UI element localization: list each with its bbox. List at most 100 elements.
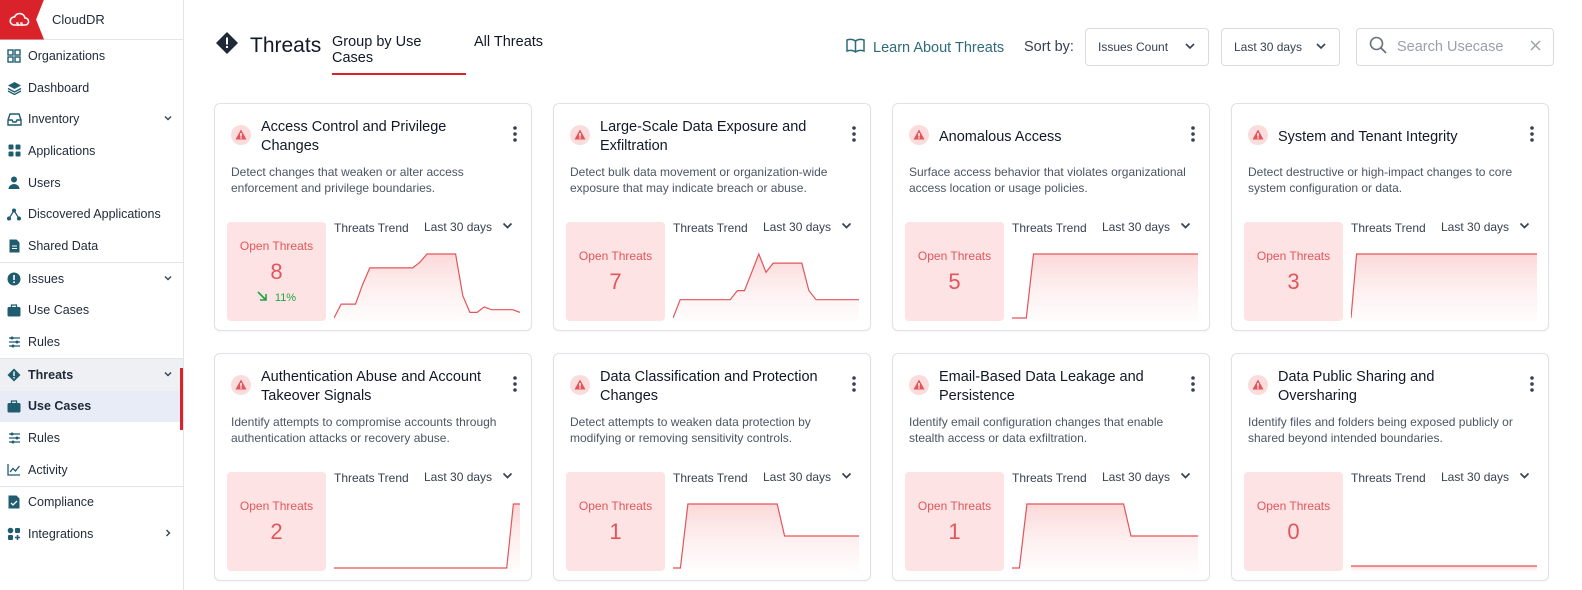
- sidebar-item-shared-data[interactable]: Shared Data: [0, 230, 183, 262]
- trend-area: [673, 504, 859, 572]
- tab-all-threats[interactable]: All Threats: [474, 34, 543, 50]
- tab-group-by-use-cases[interactable]: Group by Use Cases: [332, 34, 466, 75]
- sidebar: CloudDR Organizations Dashboard Inventor…: [0, 0, 184, 590]
- use-case-card[interactable]: Anomalous Access Surface access behavior…: [892, 103, 1210, 331]
- use-case-card[interactable]: Authentication Abuse and Account Takeove…: [214, 353, 532, 581]
- sidebar-item-dashboard[interactable]: Dashboard: [0, 72, 183, 104]
- grid-icon: [6, 48, 22, 64]
- threats-trend-sparkline: [673, 252, 859, 322]
- warning-icon: [1248, 375, 1268, 395]
- threats-trend-label: Threats Trend: [1012, 221, 1087, 235]
- search-box[interactable]: [1356, 28, 1554, 66]
- use-case-cards: Access Control and Privilege Changes Det…: [214, 103, 1549, 581]
- more-vertical-icon[interactable]: [1191, 126, 1195, 147]
- trend-range-select[interactable]: Last 30 days: [1102, 220, 1191, 234]
- range-select[interactable]: Last 30 days: [1221, 28, 1340, 66]
- sidebar-item-activity[interactable]: Activity: [0, 454, 183, 486]
- open-threats-count: 0: [1287, 518, 1300, 544]
- open-threats-box[interactable]: Open Threats 2: [227, 472, 326, 571]
- chevron-down-icon: [841, 470, 852, 484]
- trend-area: [1351, 254, 1537, 322]
- sidebar-item-discovered-applications[interactable]: Discovered Applications: [0, 198, 183, 230]
- trend-range-select[interactable]: Last 30 days: [763, 220, 852, 234]
- sidebar-item-label: Activity: [28, 462, 68, 477]
- integrations-icon: [6, 526, 22, 542]
- sidebar-item-issues-rules[interactable]: Rules: [0, 326, 183, 358]
- open-threats-label: Open Threats: [917, 248, 992, 263]
- trend-range-select[interactable]: Last 30 days: [1441, 470, 1530, 484]
- sidebar-item-organizations[interactable]: Organizations: [0, 40, 183, 72]
- sidebar-item-applications[interactable]: Applications: [0, 135, 183, 167]
- use-case-card[interactable]: Email-Based Data Leakage and Persistence…: [892, 353, 1210, 581]
- warning-icon: [909, 375, 929, 395]
- sidebar-item-label: Users: [28, 175, 61, 190]
- sidebar-item-label: Discovered Applications: [28, 207, 161, 222]
- more-vertical-icon[interactable]: [513, 126, 517, 147]
- chevron-down-icon: [841, 220, 852, 234]
- threats-trend-label: Threats Trend: [673, 221, 748, 235]
- threats-trend-sparkline: [1351, 565, 1537, 572]
- sort-select[interactable]: Issues Count: [1085, 28, 1209, 66]
- sidebar-item-issues-use-cases[interactable]: Use Cases: [0, 295, 183, 327]
- chevron-down-icon: [1180, 220, 1191, 234]
- open-threats-label: Open Threats: [578, 248, 653, 263]
- sidebar-item-integrations[interactable]: Integrations: [0, 518, 183, 550]
- open-threats-count: 1: [948, 518, 961, 544]
- card-description: Identify email configuration changes tha…: [909, 415, 1164, 445]
- chevron-down-icon: [502, 220, 513, 234]
- trend-range-select[interactable]: Last 30 days: [1102, 470, 1191, 484]
- sidebar-item-label: Integrations: [28, 527, 94, 542]
- more-vertical-icon[interactable]: [852, 126, 856, 147]
- sidebar-item-threats-use-cases[interactable]: Use Cases: [0, 390, 183, 423]
- open-threats-box[interactable]: Open Threats 8 11%: [227, 222, 326, 321]
- warning-icon: [909, 125, 929, 145]
- file-icon: [6, 238, 22, 254]
- sidebar-item-compliance[interactable]: Compliance: [0, 487, 183, 519]
- sidebar-item-threats-rules[interactable]: Rules: [0, 422, 183, 454]
- use-case-card[interactable]: System and Tenant Integrity Detect destr…: [1231, 103, 1549, 331]
- more-vertical-icon[interactable]: [1530, 126, 1534, 147]
- sidebar-item-users[interactable]: Users: [0, 167, 183, 199]
- sidebar-item-label: Use Cases: [28, 399, 92, 414]
- sidebar-item-threats[interactable]: Threats: [0, 358, 183, 391]
- search-input[interactable]: [1397, 39, 1517, 55]
- chevron-down-icon: [1184, 40, 1196, 55]
- more-vertical-icon[interactable]: [852, 376, 856, 397]
- trend-range-select[interactable]: Last 30 days: [424, 470, 513, 484]
- book-icon: [846, 38, 865, 57]
- card-title: Authentication Abuse and Account Takeove…: [261, 369, 482, 404]
- open-threats-box[interactable]: Open Threats 3: [1244, 222, 1343, 321]
- range-select-value: Last 30 days: [1234, 40, 1303, 54]
- threats-trend-sparkline: [1012, 503, 1198, 572]
- open-threats-box[interactable]: Open Threats 7: [566, 222, 665, 321]
- learn-about-threats-link[interactable]: Learn About Threats: [846, 38, 1004, 57]
- chevron-down-icon: [163, 112, 173, 126]
- more-vertical-icon[interactable]: [513, 376, 517, 397]
- open-threats-box[interactable]: Open Threats 0: [1244, 472, 1343, 571]
- sort-label: Sort by:: [1024, 39, 1074, 55]
- trend-range-select[interactable]: Last 30 days: [1441, 220, 1530, 234]
- sidebar-item-label: Inventory: [28, 112, 80, 127]
- warning-icon: [1248, 125, 1268, 145]
- open-threats-box[interactable]: Open Threats 1: [905, 472, 1004, 571]
- use-case-card[interactable]: Data Public Sharing and Oversharing Iden…: [1231, 353, 1549, 581]
- trend-range-select[interactable]: Last 30 days: [763, 470, 852, 484]
- trend-range-select[interactable]: Last 30 days: [424, 220, 513, 234]
- trend-range-value: Last 30 days: [1102, 220, 1171, 234]
- brand[interactable]: CloudDR: [0, 0, 183, 40]
- open-threats-label: Open Threats: [917, 498, 992, 513]
- sidebar-item-inventory[interactable]: Inventory: [0, 103, 183, 135]
- card-description: Detect attempts to weaken data protectio…: [570, 415, 811, 445]
- open-threats-count: 3: [1287, 268, 1300, 294]
- card-description: Detect bulk data movement or organizatio…: [570, 165, 828, 195]
- sidebar-item-issues[interactable]: Issues: [0, 263, 183, 295]
- close-icon[interactable]: [1530, 38, 1541, 56]
- more-vertical-icon[interactable]: [1530, 376, 1534, 397]
- more-vertical-icon[interactable]: [1191, 376, 1195, 397]
- use-case-card[interactable]: Large-Scale Data Exposure and Exfiltrati…: [553, 103, 871, 331]
- use-case-card[interactable]: Access Control and Privilege Changes Det…: [214, 103, 532, 331]
- open-threats-box[interactable]: Open Threats 1: [566, 472, 665, 571]
- open-threats-delta: 11%: [257, 291, 296, 304]
- use-case-card[interactable]: Data Classification and Protection Chang…: [553, 353, 871, 581]
- open-threats-box[interactable]: Open Threats 5: [905, 222, 1004, 321]
